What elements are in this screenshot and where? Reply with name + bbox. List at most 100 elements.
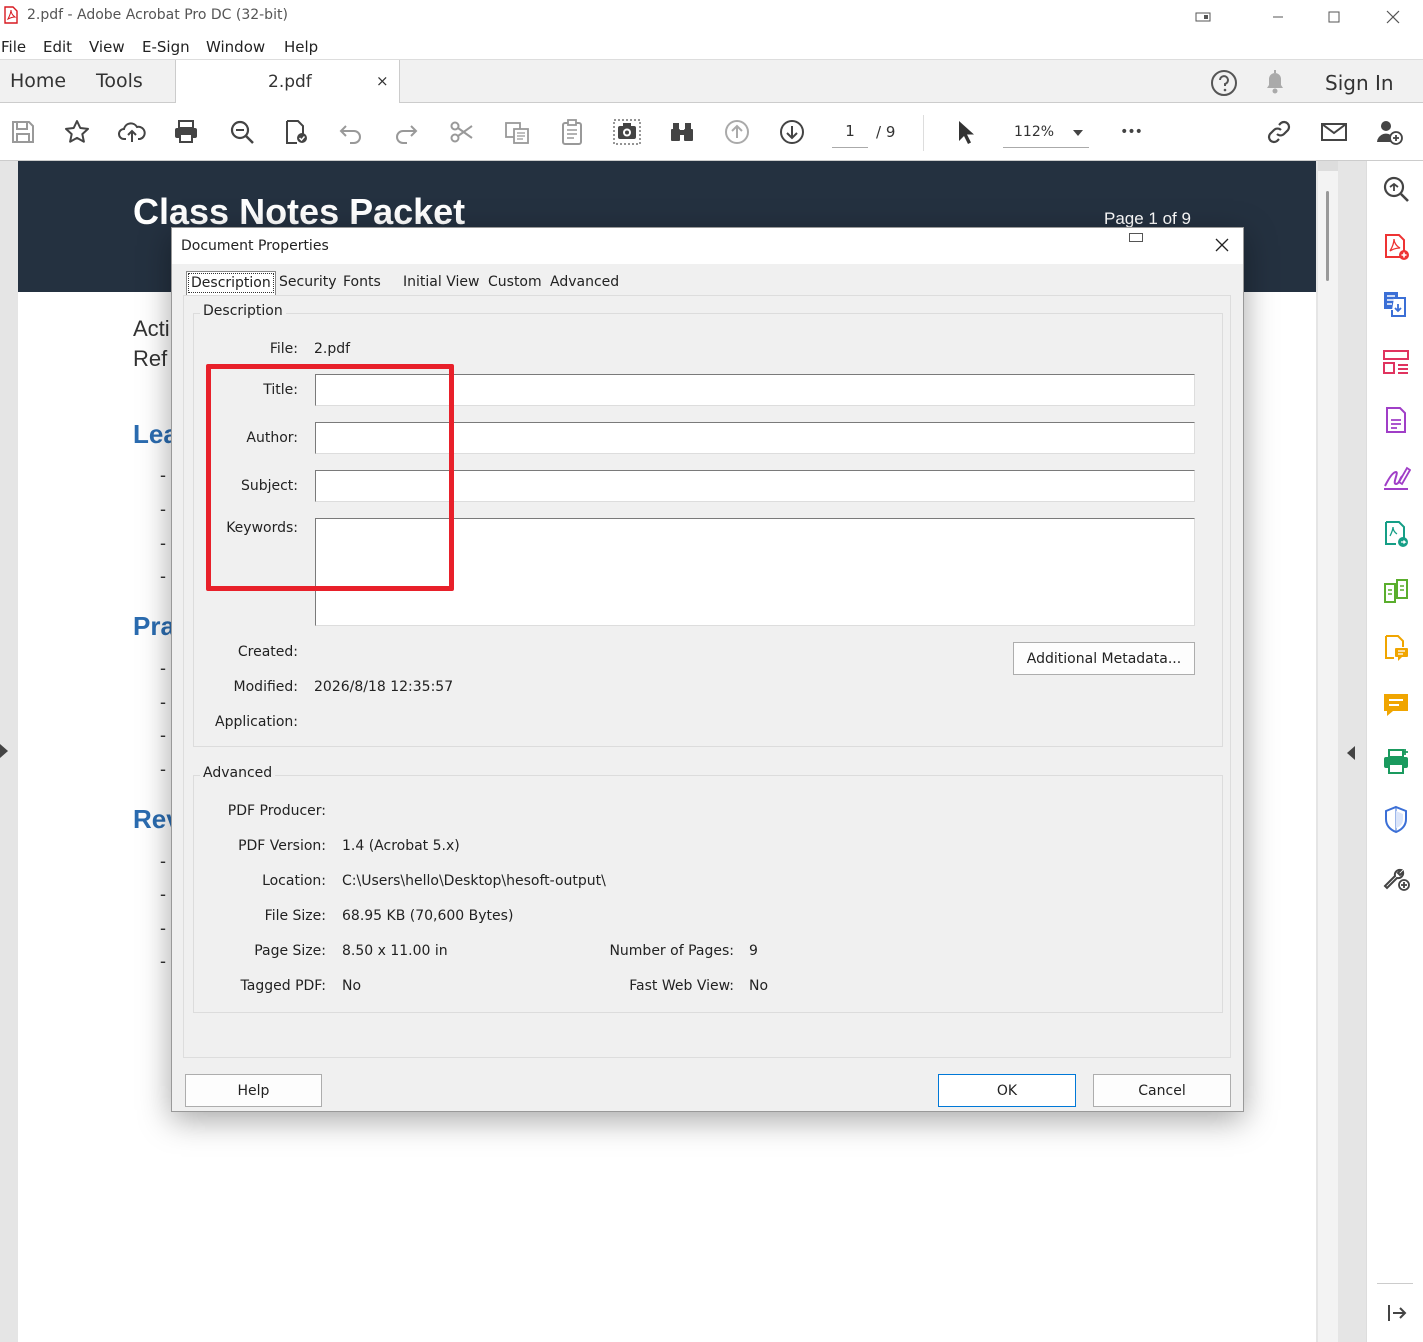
help-circle-icon[interactable]	[1209, 68, 1239, 102]
dialog-close-icon[interactable]	[1215, 236, 1229, 257]
title-field[interactable]	[315, 374, 1195, 406]
close-window-button[interactable]	[1365, 0, 1421, 33]
location-value: C:\Users\hello\Desktop\hesoft-output\	[342, 873, 606, 889]
notification-bell-icon[interactable]	[1262, 68, 1288, 100]
menu-view[interactable]: View	[89, 38, 125, 56]
create-pdf-icon[interactable]	[1380, 231, 1412, 263]
bullet-dash: -	[160, 725, 166, 745]
minimize-button[interactable]	[1250, 0, 1306, 33]
pdf-producer-label: PDF Producer:	[227, 803, 326, 819]
document-page-indicator: Page 1 of 9	[1104, 209, 1191, 228]
bullet-dash: -	[160, 465, 166, 485]
subject-field[interactable]	[315, 470, 1195, 502]
snapshot-icon[interactable]	[612, 117, 642, 147]
clipboard-icon[interactable]	[557, 117, 587, 147]
author-label: Author:	[246, 430, 298, 446]
save-icon[interactable]	[8, 117, 38, 147]
menu-help[interactable]: Help	[284, 38, 318, 56]
expand-left-panel-icon[interactable]	[0, 744, 8, 758]
export-pdf-icon[interactable]	[1380, 288, 1412, 320]
chevron-down-icon	[1073, 130, 1083, 136]
tab-tools[interactable]: Tools	[96, 70, 143, 92]
undo-icon[interactable]	[336, 117, 366, 147]
edit-pdf-icon[interactable]	[1380, 404, 1412, 436]
keywords-field[interactable]	[315, 518, 1195, 626]
copy-icon[interactable]	[502, 117, 532, 147]
more-icon[interactable]: •••	[1116, 117, 1146, 147]
title-label: Title:	[263, 382, 298, 398]
collapse-right-panel-icon[interactable]	[1347, 746, 1355, 760]
help-button[interactable]: Help	[185, 1074, 322, 1107]
tablet-mode-icon[interactable]	[1175, 0, 1231, 33]
fill-sign-icon[interactable]	[1380, 461, 1412, 493]
scissors-icon[interactable]	[447, 117, 477, 147]
comment-doc-icon[interactable]	[1380, 632, 1412, 664]
compare-icon[interactable]	[1380, 575, 1412, 607]
bullet-dash: -	[160, 884, 166, 904]
add-user-icon[interactable]	[1374, 117, 1404, 147]
number-of-pages-label: Number of Pages:	[609, 943, 734, 959]
keywords-label: Keywords:	[226, 520, 298, 536]
zoom-icon[interactable]	[1380, 173, 1412, 205]
email-icon[interactable]	[1319, 117, 1349, 147]
collapse-panel-icon[interactable]	[1380, 1297, 1412, 1329]
tab-advanced[interactable]: Advanced	[546, 271, 623, 295]
star-icon[interactable]	[62, 117, 92, 147]
cursor-icon[interactable]	[950, 117, 980, 147]
tab-description[interactable]: Description	[186, 271, 276, 295]
vertical-scrollbar[interactable]	[1318, 161, 1338, 1342]
protect-icon[interactable]	[1380, 803, 1412, 835]
bullet-dash: -	[160, 658, 166, 678]
author-field[interactable]	[315, 422, 1195, 454]
location-label: Location:	[262, 873, 326, 889]
dialog-tablet-icon	[1129, 233, 1143, 242]
send-for-review-icon[interactable]	[1380, 518, 1412, 550]
fast-web-view-value: No	[749, 978, 769, 994]
search-zoom-icon[interactable]	[227, 117, 257, 147]
tab-fonts[interactable]: Fonts	[339, 271, 385, 295]
bullet-dash: -	[160, 533, 166, 553]
document-properties-dialog: Document Properties Description Security…	[171, 227, 1244, 1112]
sign-in-link[interactable]: Sign In	[1325, 71, 1394, 95]
scrollbar-thumb[interactable]	[1326, 191, 1329, 281]
print-production-icon[interactable]	[1380, 746, 1412, 778]
tagged-pdf-value: No	[342, 978, 362, 994]
zoom-select[interactable]: 112%	[1003, 122, 1089, 148]
cancel-button[interactable]: Cancel	[1093, 1074, 1231, 1107]
bullet-dash: -	[160, 499, 166, 519]
file-size-value: 68.95 KB (70,600 Bytes)	[342, 908, 514, 924]
bullet-dash: -	[160, 951, 166, 971]
menu-esign[interactable]: E-Sign	[142, 38, 190, 56]
created-label: Created:	[237, 644, 298, 660]
tab-security[interactable]: Security	[275, 271, 341, 295]
close-tab-icon[interactable]: ×	[376, 72, 389, 90]
check-document-icon[interactable]	[281, 117, 311, 147]
page-up-icon[interactable]	[722, 117, 752, 147]
organize-pages-icon[interactable]	[1380, 346, 1412, 378]
upload-cloud-icon[interactable]	[117, 117, 147, 147]
link-icon[interactable]	[1264, 117, 1294, 147]
redo-icon[interactable]	[391, 117, 421, 147]
number-of-pages-value: 9	[749, 943, 758, 959]
tab-document[interactable]: 2.pdf ×	[175, 60, 400, 104]
tab-initial-view[interactable]: Initial View	[399, 271, 483, 295]
ok-button[interactable]: OK	[938, 1074, 1076, 1107]
tools-add-icon[interactable]	[1380, 861, 1412, 893]
page-down-icon[interactable]	[777, 117, 807, 147]
window-titlebar: 2.pdf - Adobe Acrobat Pro DC (32-bit)	[0, 0, 1423, 33]
maximize-button[interactable]	[1306, 0, 1362, 33]
menu-edit[interactable]: Edit	[43, 38, 72, 56]
tab-custom[interactable]: Custom	[484, 271, 546, 295]
tagged-pdf-label: Tagged PDF:	[240, 978, 326, 994]
menu-bar: File Edit View E-Sign Window Help	[0, 33, 1423, 59]
print-icon[interactable]	[171, 117, 201, 147]
additional-metadata-button[interactable]: Additional Metadata...	[1013, 642, 1195, 675]
tools-right-panel	[1366, 161, 1423, 1342]
page-number-input[interactable]: 1	[832, 122, 868, 148]
file-label: File:	[269, 341, 298, 357]
binoculars-icon[interactable]	[667, 117, 697, 147]
tab-home[interactable]: Home	[10, 70, 66, 92]
menu-window[interactable]: Window	[206, 38, 265, 56]
menu-file[interactable]: File	[1, 38, 26, 56]
comment-icon[interactable]	[1380, 689, 1412, 721]
